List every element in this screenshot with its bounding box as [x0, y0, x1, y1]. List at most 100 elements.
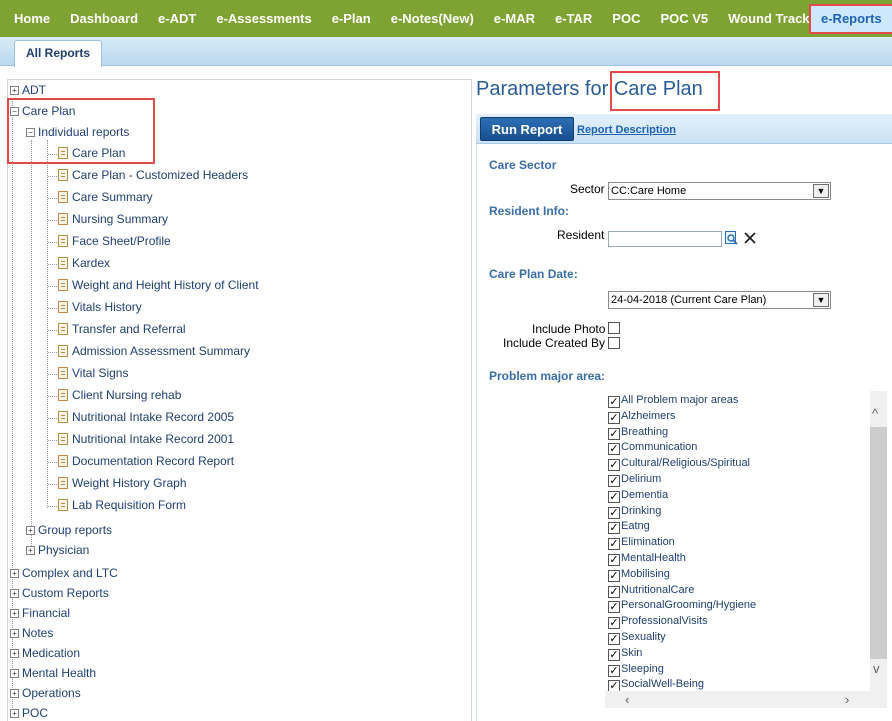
expand-icon[interactable]: +: [10, 669, 19, 679]
nav-home[interactable]: Home: [0, 0, 60, 37]
checkbox-checked-icon[interactable]: ✓: [608, 490, 620, 503]
checkbox-checked-icon[interactable]: ✓: [608, 648, 620, 661]
report-item[interactable]: Nursing Summary: [58, 212, 168, 226]
clear-icon[interactable]: [743, 231, 757, 245]
nav-e-tar[interactable]: e-TAR: [545, 0, 602, 37]
nav-e-notes[interactable]: e-Notes(New): [381, 0, 484, 37]
nav-poc[interactable]: POC: [602, 0, 650, 37]
checkbox-checked-icon[interactable]: ✓: [608, 522, 620, 535]
checkbox-checked-icon[interactable]: ✓: [608, 664, 620, 677]
problem-area-item[interactable]: ✓ Elimination: [608, 536, 675, 551]
checkbox-checked-icon[interactable]: ✓: [608, 569, 620, 582]
expand-icon[interactable]: +: [10, 609, 19, 619]
scrollbar-thumb[interactable]: [870, 427, 887, 659]
report-item[interactable]: Care Plan - Customized Headers: [58, 168, 248, 182]
scroll-right-icon[interactable]: ›: [845, 692, 849, 707]
report-item[interactable]: Lab Requisition Form: [58, 498, 186, 512]
tree-node[interactable]: + Notes: [10, 626, 53, 640]
checkbox-checked-icon[interactable]: ✓: [608, 411, 620, 424]
report-item[interactable]: Vitals History: [58, 300, 142, 314]
checkbox-checked-icon[interactable]: ✓: [608, 506, 620, 519]
report-item[interactable]: Documentation Record Report: [58, 454, 234, 468]
report-item[interactable]: Nutritional Intake Record 2001: [58, 432, 234, 446]
problem-area-item[interactable]: ✓ Delirium: [608, 473, 661, 487]
expand-icon[interactable]: +: [26, 526, 35, 536]
checkbox-checked-icon[interactable]: ✓: [608, 396, 620, 408]
nav-dashboard[interactable]: Dashboard: [60, 0, 148, 37]
checkbox-checked-icon[interactable]: ✓: [608, 427, 620, 440]
checkbox-checked-icon[interactable]: ✓: [608, 554, 620, 566]
nav-e-mar[interactable]: e-MAR: [484, 0, 545, 37]
expand-icon[interactable]: +: [10, 709, 19, 719]
report-item[interactable]: Face Sheet/Profile: [58, 234, 171, 248]
expand-icon[interactable]: +: [10, 689, 19, 699]
report-item[interactable]: Nutritional Intake Record 2005: [58, 410, 234, 424]
tab-all-reports[interactable]: All Reports: [14, 40, 102, 67]
report-item[interactable]: Care Summary: [58, 190, 153, 204]
nav-e-reports[interactable]: e-Reports: [809, 4, 892, 34]
problem-area-item[interactable]: ✓ Sexuality: [608, 631, 666, 645]
problem-area-item[interactable]: ✓ ProfessionalVisits: [608, 615, 708, 630]
problem-area-item[interactable]: ✓ PersonalGrooming/Hygiene: [608, 599, 756, 614]
nav-e-assessments[interactable]: e-Assessments: [206, 0, 321, 37]
tree-node[interactable]: + Custom Reports: [10, 586, 109, 600]
problem-area-item[interactable]: ✓ Breathing: [608, 426, 668, 440]
report-item[interactable]: Transfer and Referral: [58, 322, 186, 336]
include-photo-checkbox[interactable]: [608, 322, 620, 334]
tree-node[interactable]: + Operations: [10, 686, 81, 700]
resident-input[interactable]: [608, 231, 722, 247]
tree-node-group-reports[interactable]: + Group reports: [26, 523, 112, 537]
include-created-by-checkbox[interactable]: [608, 337, 620, 349]
problem-area-item[interactable]: ✓ Drinking: [608, 505, 661, 519]
tree-node[interactable]: + Complex and LTC: [10, 566, 118, 580]
report-item[interactable]: Kardex: [58, 256, 110, 270]
problem-area-item[interactable]: ✓ Communication: [608, 441, 697, 456]
problem-area-item[interactable]: ✓ Skin: [608, 647, 642, 661]
checkbox-checked-icon[interactable]: ✓: [608, 459, 620, 472]
report-item[interactable]: Vital Signs: [58, 366, 128, 380]
checkbox-checked-icon[interactable]: ✓: [608, 601, 620, 614]
checkbox-checked-icon[interactable]: ✓: [608, 617, 620, 630]
run-report-button[interactable]: Run Report: [480, 117, 574, 141]
tree-node[interactable]: + POC: [10, 706, 48, 720]
problem-area-item[interactable]: ✓ Mobilising: [608, 568, 670, 582]
nav-e-plan[interactable]: e-Plan: [322, 0, 381, 37]
checkbox-checked-icon[interactable]: ✓: [608, 585, 620, 598]
nav-poc-v5[interactable]: POC V5: [650, 0, 718, 37]
checkbox-checked-icon[interactable]: ✓: [608, 538, 620, 551]
report-item[interactable]: Client Nursing rehab: [58, 388, 181, 402]
checkbox-checked-icon[interactable]: ✓: [608, 633, 620, 645]
care-plan-date-select[interactable]: 24-04-2018 (Current Care Plan) ▼: [608, 291, 831, 309]
sector-select[interactable]: CC:Care Home ▼: [608, 182, 831, 200]
expand-icon[interactable]: +: [10, 649, 19, 659]
search-icon[interactable]: [725, 231, 738, 245]
report-item[interactable]: Weight and Height History of Client: [58, 278, 259, 292]
report-item[interactable]: Weight History Graph: [58, 476, 187, 490]
nav-e-adt[interactable]: e-ADT: [148, 0, 206, 37]
problem-area-item[interactable]: ✓ Cultural/Religious/Spiritual: [608, 457, 750, 472]
expand-icon[interactable]: +: [10, 86, 19, 96]
tree-node[interactable]: + Mental Health: [10, 666, 96, 680]
scroll-down-icon[interactable]: v: [873, 661, 880, 676]
scroll-left-icon[interactable]: ‹: [625, 692, 629, 707]
problem-area-item[interactable]: ✓ Eatng: [608, 520, 650, 535]
tree-node-adt[interactable]: + ADT: [10, 83, 46, 97]
tree-node[interactable]: + Medication: [10, 646, 80, 660]
problem-area-item[interactable]: ✓ Dementia: [608, 489, 668, 503]
problem-area-item[interactable]: ✓ Alzheimers: [608, 410, 675, 424]
tree-node-physician[interactable]: + Physician: [26, 543, 89, 557]
problem-area-item[interactable]: ✓ NutritionalCare: [608, 584, 694, 598]
scroll-up-icon[interactable]: ^: [872, 406, 878, 421]
tree-node[interactable]: + Financial: [10, 606, 70, 620]
checkbox-checked-icon[interactable]: ✓: [608, 443, 620, 456]
report-description-link[interactable]: Report Description: [577, 124, 676, 136]
expand-icon[interactable]: +: [10, 589, 19, 599]
problem-area-item[interactable]: ✓ All Problem major areas: [608, 394, 738, 408]
report-item[interactable]: Admission Assessment Summary: [58, 344, 250, 358]
problem-area-item[interactable]: ✓ Sleeping: [608, 663, 664, 677]
checkbox-checked-icon[interactable]: ✓: [608, 475, 620, 487]
expand-icon[interactable]: +: [10, 569, 19, 579]
expand-icon[interactable]: +: [26, 546, 35, 556]
expand-icon[interactable]: +: [10, 629, 19, 639]
problem-area-item[interactable]: ✓ MentalHealth: [608, 552, 686, 566]
